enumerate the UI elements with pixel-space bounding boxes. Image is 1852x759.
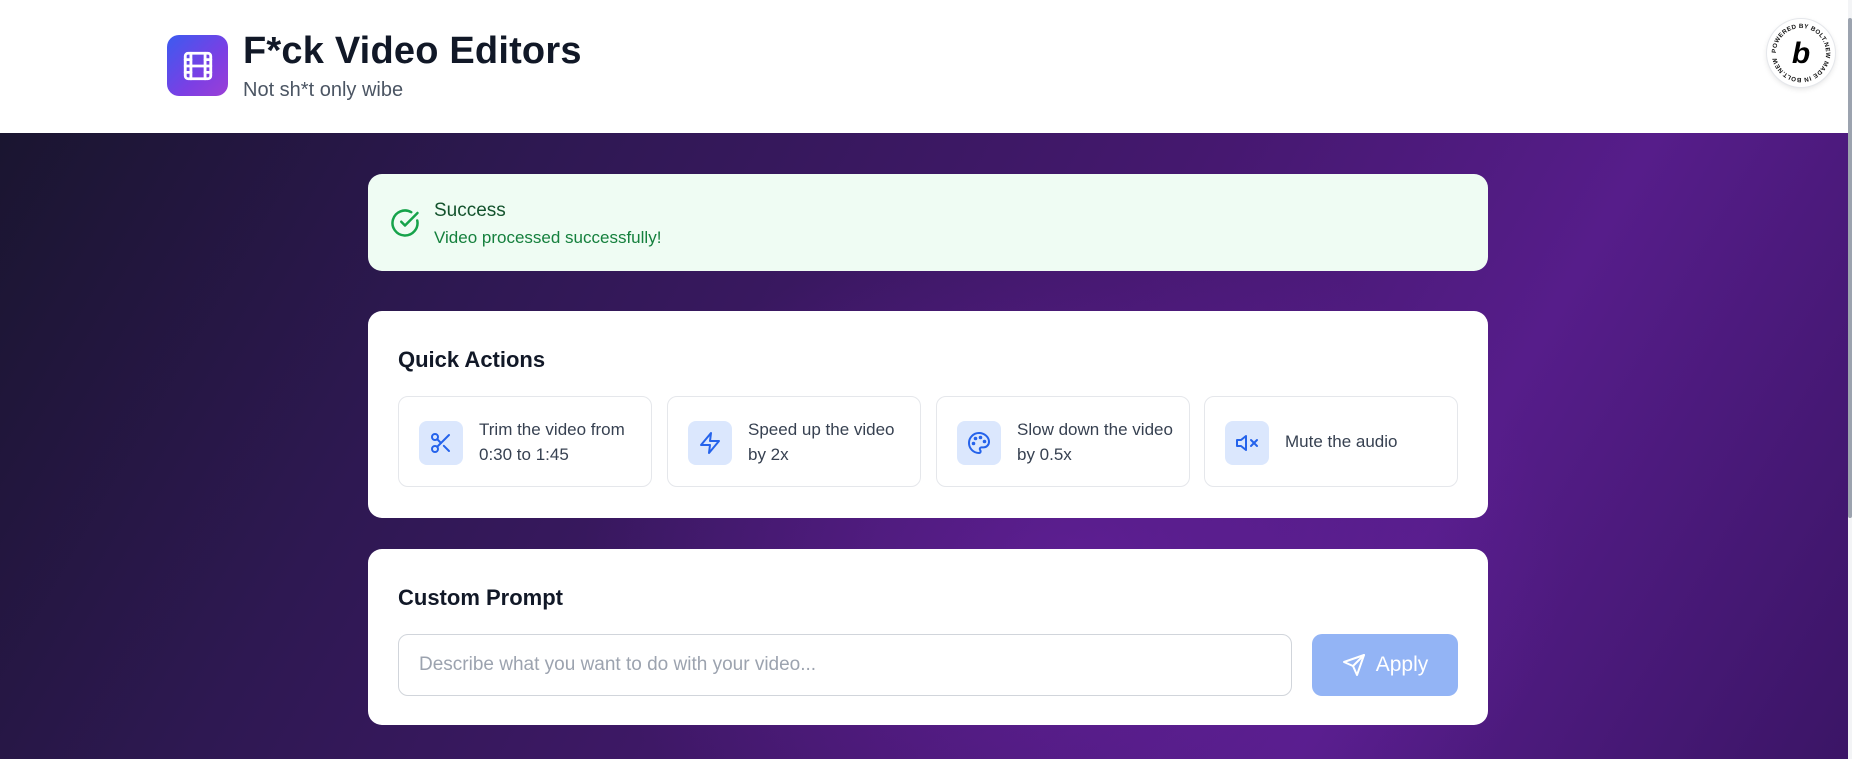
success-alert bbox=[368, 174, 1488, 271]
quick-actions-title: Quick Actions bbox=[398, 347, 546, 372]
lightning-icon bbox=[688, 421, 732, 465]
app-header: F*ck Video Editors Not sh*t only wibe PO… bbox=[0, 0, 1852, 133]
check-circle-icon bbox=[391, 209, 419, 237]
palette-icon bbox=[957, 421, 1001, 465]
alert-title: Success bbox=[434, 200, 506, 221]
action-mute[interactable]: Mute the audio bbox=[1204, 396, 1458, 487]
action-label: Trim the video from 0:30 to 1:45 bbox=[479, 419, 625, 464]
custom-prompt-title: Custom Prompt bbox=[398, 585, 563, 610]
bolt-b-icon: POWERED BY BOLT.NEW MADE IN BOLT.NEW b bbox=[1771, 23, 1831, 83]
action-slow-down[interactable]: Slow down the video by 0.5x bbox=[936, 396, 1190, 487]
film-icon bbox=[167, 35, 228, 96]
app-title: F*ck Video Editors bbox=[243, 30, 582, 72]
action-label: Speed up the video by 2x bbox=[748, 419, 895, 464]
apply-button-label: Apply bbox=[1375, 653, 1429, 676]
scissors-icon bbox=[419, 421, 463, 465]
app-subtitle: Not sh*t only wibe bbox=[243, 79, 404, 101]
action-label: Mute the audio bbox=[1285, 432, 1398, 451]
apply-button[interactable]: Apply bbox=[1312, 634, 1458, 696]
prompt-input[interactable] bbox=[398, 634, 1292, 696]
bolt-badge[interactable]: POWERED BY BOLT.NEW MADE IN BOLT.NEW b bbox=[1767, 19, 1835, 87]
volume-mute-icon bbox=[1225, 421, 1269, 465]
scrollbar-thumb[interactable] bbox=[1848, 18, 1852, 518]
custom-prompt-card: Custom Prompt Apply bbox=[368, 549, 1488, 725]
alert-message: Video processed successfully! bbox=[434, 228, 662, 247]
action-trim[interactable]: Trim the video from 0:30 to 1:45 bbox=[398, 396, 652, 487]
action-label: Slow down the video by 0.5x bbox=[1017, 419, 1173, 464]
scrollbar-track[interactable] bbox=[1848, 0, 1852, 759]
svg-text:b: b bbox=[1792, 37, 1810, 70]
quick-actions-card: Quick Actions Trim the video from 0:30 t… bbox=[368, 311, 1488, 518]
send-icon bbox=[1342, 654, 1365, 676]
action-speed-up[interactable]: Speed up the video by 2x bbox=[667, 396, 921, 487]
